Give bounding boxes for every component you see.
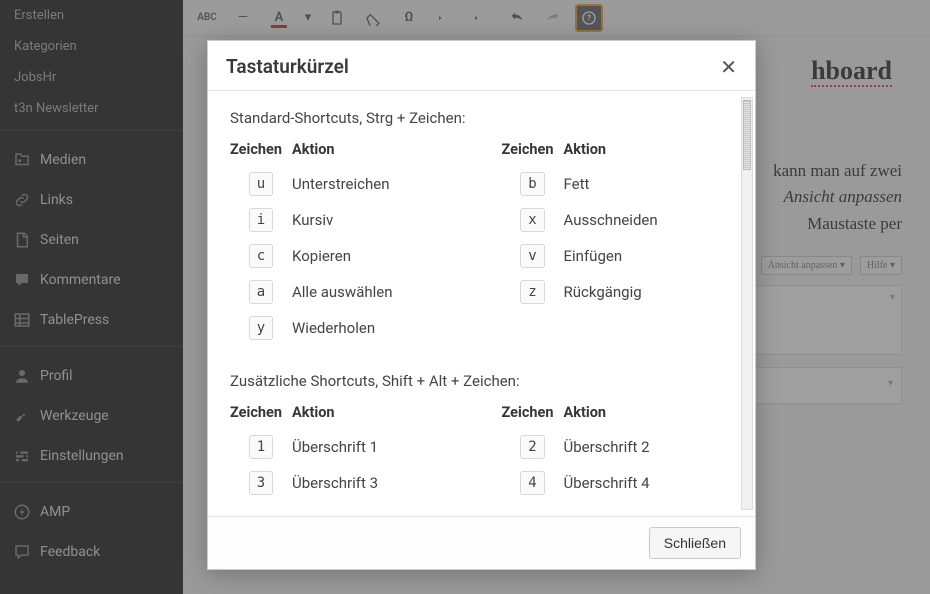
shortcut-row: y Wiederholen	[230, 310, 462, 346]
col-header-action: Aktion	[564, 141, 607, 158]
shortcut-action: Überschrift 2	[564, 438, 734, 456]
modal-header: Tastaturkürzel ✕	[208, 41, 755, 91]
shortcut-row: b Fett	[502, 166, 734, 202]
shortcut-key: y	[249, 316, 273, 340]
shortcut-key: 1	[249, 435, 273, 459]
scrollbar-thumb[interactable]	[743, 100, 751, 170]
col-header-action: Aktion	[292, 404, 335, 421]
col-header-action: Aktion	[292, 141, 335, 158]
modal-title: Tastaturkürzel	[226, 55, 349, 78]
shortcut-action: Unterstreichen	[292, 175, 462, 193]
shortcut-action: Einfügen	[564, 247, 734, 265]
col-header-key: Zeichen	[230, 141, 292, 158]
shortcut-row: u Unterstreichen	[230, 166, 462, 202]
col-header-key: Zeichen	[502, 141, 564, 158]
modal-body[interactable]: Standard-Shortcuts, Strg + Zeichen: Zeic…	[208, 91, 739, 516]
shortcut-row: 2 Überschrift 2	[502, 429, 734, 465]
shortcut-action: Alle auswählen	[292, 283, 462, 301]
shortcut-action: Kursiv	[292, 211, 462, 229]
shortcut-row: a Alle auswählen	[230, 274, 462, 310]
shortcut-action: Überschrift 4	[564, 474, 734, 492]
shortcut-row: i Kursiv	[230, 202, 462, 238]
shortcut-row: c Kopieren	[230, 238, 462, 274]
modal-close-icon[interactable]: ✕	[720, 57, 737, 77]
shortcut-action: Rückgängig	[564, 283, 734, 301]
modal-scrollbar[interactable]	[741, 97, 753, 510]
shortcut-action: Wiederholen	[292, 319, 462, 337]
section-extra-heading: Zusätzliche Shortcuts, Shift + Alt + Zei…	[230, 372, 733, 390]
shortcut-row: v Einfügen	[502, 238, 734, 274]
shortcut-key: v	[520, 244, 544, 268]
shortcut-key: u	[249, 172, 273, 196]
shortcut-row: x Ausschneiden	[502, 202, 734, 238]
col-header-key: Zeichen	[230, 404, 292, 421]
shortcut-action: Ausschneiden	[564, 211, 734, 229]
section-standard-heading: Standard-Shortcuts, Strg + Zeichen:	[230, 109, 733, 127]
shortcut-key: 4	[520, 471, 544, 495]
shortcut-action: Überschrift 1	[292, 438, 462, 456]
shortcut-key: c	[249, 244, 273, 268]
modal-close-button[interactable]: Schließen	[649, 527, 741, 559]
shortcut-key: x	[520, 208, 544, 232]
shortcut-key: b	[520, 172, 544, 196]
shortcut-row: 4 Überschrift 4	[502, 465, 734, 501]
shortcut-action: Fett	[564, 175, 734, 193]
shortcut-key: i	[249, 208, 273, 232]
keyboard-shortcuts-modal: Tastaturkürzel ✕ Standard-Shortcuts, Str…	[207, 40, 756, 570]
shortcut-action: Überschrift 3	[292, 474, 462, 492]
shortcut-row: 1 Überschrift 1	[230, 429, 462, 465]
shortcut-row: 3 Überschrift 3	[230, 465, 462, 501]
shortcut-key: a	[249, 280, 273, 304]
standard-shortcuts-grid: ZeichenAktion uUnterstreicheniKursivcKop…	[230, 141, 733, 346]
shortcut-key: 3	[249, 471, 273, 495]
shortcut-action: Kopieren	[292, 247, 462, 265]
extra-shortcuts-grid: ZeichenAktion 1Überschrift 13Überschrift…	[230, 404, 733, 501]
col-header-key: Zeichen	[502, 404, 564, 421]
col-header-action: Aktion	[564, 404, 607, 421]
shortcut-row: z Rückgängig	[502, 274, 734, 310]
shortcut-key: 2	[520, 435, 544, 459]
modal-footer: Schließen	[208, 516, 755, 569]
shortcut-key: z	[520, 280, 544, 304]
